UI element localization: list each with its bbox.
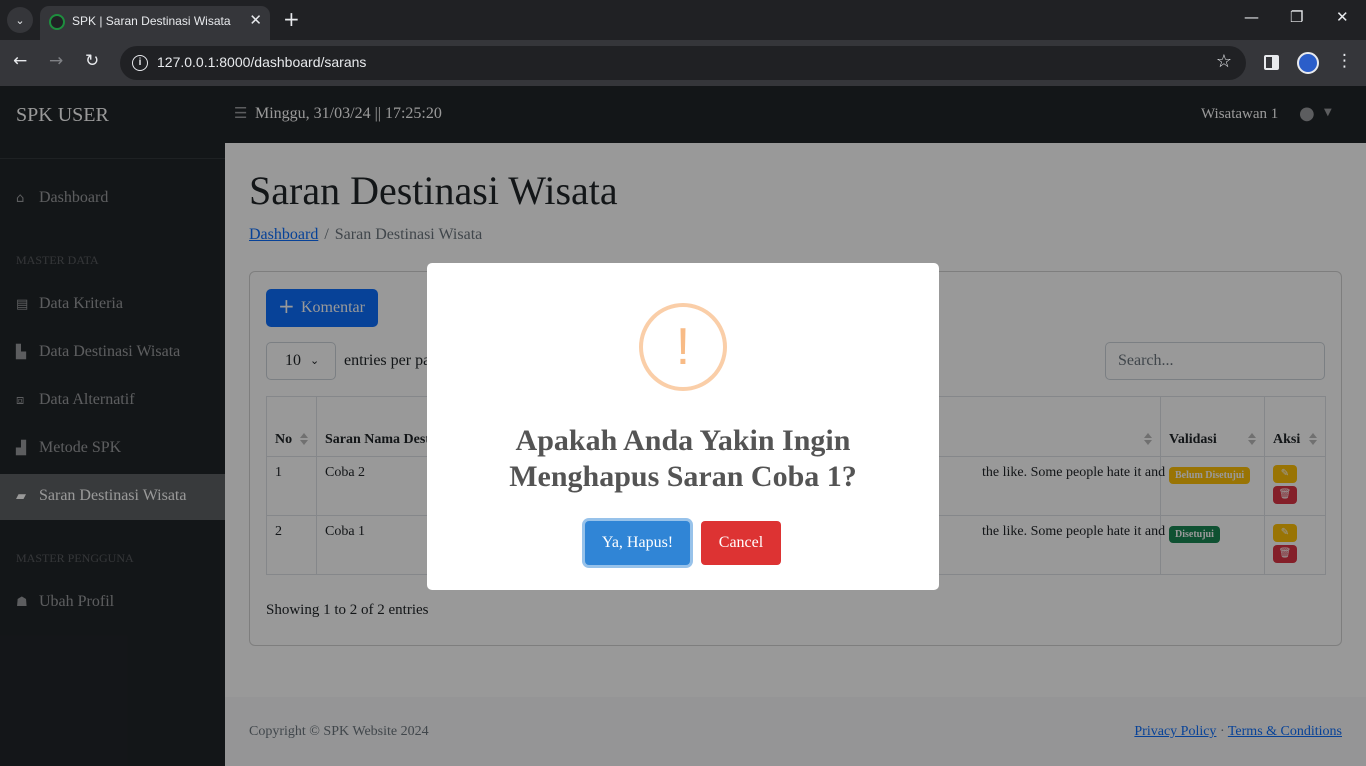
new-tab-icon[interactable]: + (283, 7, 300, 31)
warning-icon: ! (639, 303, 727, 391)
url-text[interactable]: 127.0.0.1:8000/dashboard/sarans (157, 54, 366, 70)
window-close-icon[interactable]: ✕ (1336, 8, 1349, 26)
back-icon[interactable]: ← (13, 51, 27, 71)
restore-icon[interactable]: ❐ (1290, 8, 1303, 26)
tab-close-icon[interactable]: ✕ (249, 11, 262, 29)
tab-search-button[interactable]: ⌄ (7, 7, 33, 33)
tab-title: SPK | Saran Destinasi Wisata (72, 14, 231, 28)
bookmark-star-icon[interactable]: ☆ (1216, 51, 1232, 72)
browser-toolbar: ← → ↻ i 127.0.0.1:8000/dashboard/sarans … (0, 40, 1366, 86)
favicon-icon (49, 14, 65, 30)
cancel-button[interactable]: Cancel (701, 521, 781, 565)
browser-tab[interactable]: SPK | Saran Destinasi Wisata ✕ (40, 6, 270, 40)
browser-menu-icon[interactable]: ⋮ (1336, 51, 1353, 71)
forward-icon[interactable]: → (49, 51, 63, 71)
site-info-icon[interactable]: i (132, 55, 148, 71)
confirm-delete-button[interactable]: Ya, Hapus! (585, 521, 690, 565)
confirm-delete-dialog: ! Apakah Anda Yakin Ingin Menghapus Sara… (427, 263, 939, 590)
reload-icon[interactable]: ↻ (85, 51, 99, 71)
dialog-title: Apakah Anda Yakin Ingin Menghapus Saran … (509, 424, 857, 493)
minimize-icon[interactable]: — (1244, 8, 1259, 26)
browser-tabbar: ⌄ SPK | Saran Destinasi Wisata ✕ + — ❐ ✕ (0, 0, 1366, 40)
side-panel-icon[interactable] (1264, 55, 1279, 70)
address-bar[interactable]: i 127.0.0.1:8000/dashboard/sarans ☆ (120, 46, 1246, 80)
profile-avatar[interactable] (1297, 52, 1319, 74)
